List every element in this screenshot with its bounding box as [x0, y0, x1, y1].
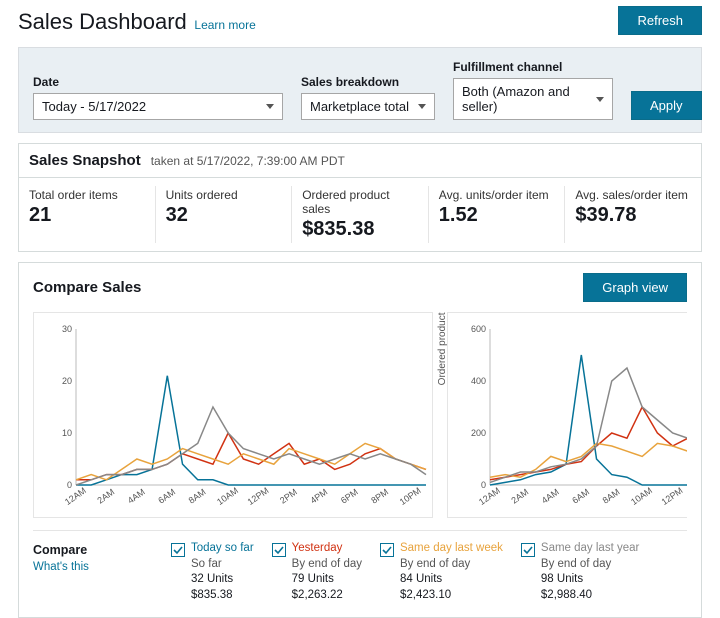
legend-item: Today so far So far 32 Units $835.38 [171, 541, 254, 603]
svg-text:12PM: 12PM [660, 485, 685, 507]
svg-text:4PM: 4PM [308, 487, 329, 506]
legend-sub: By end of day [400, 557, 503, 573]
svg-text:2AM: 2AM [509, 487, 530, 506]
date-select[interactable]: Today - 5/17/2022 [33, 93, 283, 120]
learn-more-link[interactable]: Learn more [194, 18, 255, 32]
date-select-value: Today - 5/17/2022 [42, 99, 146, 114]
legend-title: Yesterday [292, 541, 362, 557]
legend-sub: So far [191, 557, 254, 573]
metric-value: $835.38 [302, 218, 418, 241]
svg-text:30: 30 [62, 324, 72, 334]
legend-sub: By end of day [541, 557, 639, 573]
chart-ylabel: Ordered product sales [437, 312, 448, 385]
compare-sales: Compare Sales Graph view Units ordered 0… [18, 262, 702, 618]
snapshot-title: Sales Snapshot [29, 152, 141, 169]
metric: Total order items 21 [19, 186, 156, 243]
svg-text:20: 20 [62, 376, 72, 386]
metric-label: Avg. units/order item [439, 188, 555, 202]
svg-text:6AM: 6AM [570, 487, 591, 506]
svg-text:200: 200 [471, 428, 486, 438]
compare-title: Compare Sales [33, 279, 141, 296]
svg-text:2PM: 2PM [278, 487, 299, 506]
svg-text:6AM: 6AM [156, 487, 177, 506]
legend-checkbox[interactable] [171, 543, 185, 557]
legend-sub: By end of day [292, 557, 362, 573]
metric-label: Avg. sales/order item [575, 188, 691, 202]
compare-label: Compare [33, 543, 153, 557]
metric: Avg. sales/order item $39.78 [565, 186, 701, 243]
svg-text:10: 10 [62, 428, 72, 438]
breakdown-label: Sales breakdown [301, 75, 435, 89]
chevron-down-icon [266, 104, 274, 109]
svg-text:10AM: 10AM [629, 485, 654, 507]
svg-text:2AM: 2AM [95, 487, 116, 506]
chart-card: Units ordered 010203012AM2AM4AM6AM8AM10A… [33, 312, 433, 518]
metric-value: 21 [29, 204, 145, 227]
svg-text:8AM: 8AM [601, 487, 622, 506]
metric-label: Ordered product sales [302, 188, 418, 216]
legend-title: Same day last week [400, 541, 503, 557]
legend-item: Yesterday By end of day 79 Units $2,263.… [272, 541, 362, 603]
chevron-down-icon [596, 97, 604, 102]
svg-text:12PM: 12PM [246, 485, 271, 507]
refresh-button[interactable]: Refresh [618, 6, 702, 35]
metric-value: $39.78 [575, 204, 691, 227]
chevron-down-icon [418, 104, 426, 109]
svg-text:10PM: 10PM [398, 485, 423, 507]
breakdown-select-value: Marketplace total [310, 99, 409, 114]
apply-button[interactable]: Apply [631, 91, 702, 120]
metric-value: 32 [166, 204, 282, 227]
filter-bar: Date Today - 5/17/2022 Sales breakdown M… [18, 47, 702, 133]
svg-text:4AM: 4AM [540, 487, 561, 506]
legend-checkbox[interactable] [380, 543, 394, 557]
breakdown-select[interactable]: Marketplace total [301, 93, 435, 120]
channel-label: Fulfillment channel [453, 60, 613, 74]
snapshot-timestamp: taken at 5/17/2022, 7:39:00 AM PDT [151, 154, 345, 168]
metric-label: Total order items [29, 188, 145, 202]
svg-text:6PM: 6PM [339, 487, 360, 506]
metric: Ordered product sales $835.38 [292, 186, 429, 243]
date-label: Date [33, 75, 283, 89]
metric-label: Units ordered [166, 188, 282, 202]
channel-select-value: Both (Amazon and seller) [462, 84, 588, 114]
legend-checkbox[interactable] [521, 543, 535, 557]
channel-select[interactable]: Both (Amazon and seller) [453, 78, 613, 120]
chart-card: Ordered product sales 020040060012AM2AM4… [447, 312, 687, 518]
legend-units: 98 Units [541, 572, 639, 588]
metric-value: 1.52 [439, 204, 555, 227]
svg-text:600: 600 [471, 324, 486, 334]
svg-text:8AM: 8AM [187, 487, 208, 506]
chart-svg: 010203012AM2AM4AM6AM8AM10AM12PM2PM4PM6PM… [40, 323, 430, 513]
legend-title: Today so far [191, 541, 254, 557]
graph-view-button[interactable]: Graph view [583, 273, 687, 302]
whats-this-link[interactable]: What's this [33, 561, 153, 573]
chart-svg: 020040060012AM2AM4AM6AM8AM10AM12PM2PM4PM… [454, 323, 687, 513]
svg-text:400: 400 [471, 376, 486, 386]
legend-units: 79 Units [292, 572, 362, 588]
svg-text:0: 0 [67, 480, 72, 490]
legend-title: Same day last year [541, 541, 639, 557]
metric: Avg. units/order item 1.52 [429, 186, 566, 243]
svg-text:10AM: 10AM [215, 485, 240, 507]
chart-ylabel: Units ordered [33, 337, 34, 397]
page-title: Sales Dashboard [18, 9, 187, 34]
legend-units: 32 Units [191, 572, 254, 588]
legend-item: Same day last week By end of day 84 Unit… [380, 541, 503, 603]
sales-snapshot: Sales Snapshot taken at 5/17/2022, 7:39:… [18, 143, 702, 252]
legend-item: Same day last year By end of day 98 Unit… [521, 541, 639, 603]
svg-text:4AM: 4AM [126, 487, 147, 506]
metric: Units ordered 32 [156, 186, 293, 243]
legend-checkbox[interactable] [272, 543, 286, 557]
legend-units: 84 Units [400, 572, 503, 588]
svg-text:8PM: 8PM [369, 487, 390, 506]
svg-text:0: 0 [481, 480, 486, 490]
